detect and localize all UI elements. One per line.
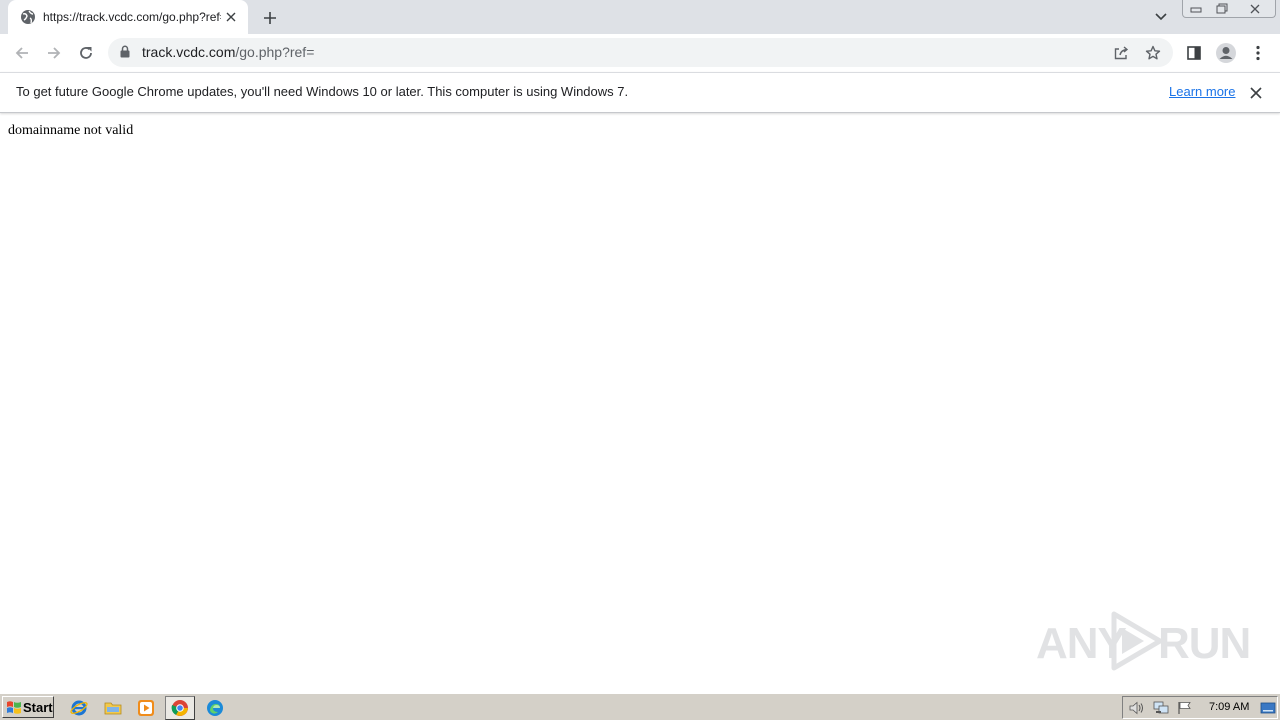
share-icon[interactable] (1112, 44, 1130, 62)
start-label: Start (23, 700, 53, 715)
browser-tab[interactable]: https://track.vcdc.com/go.php?ref= (8, 0, 248, 34)
new-tab-plus-icon[interactable] (258, 6, 282, 30)
back-arrow-icon[interactable] (8, 39, 36, 67)
globe-icon (20, 9, 36, 25)
network-icon[interactable] (1152, 700, 1170, 716)
windows-flag-icon (6, 700, 22, 715)
anyrun-watermark-logo: ANY RUN (1036, 608, 1251, 672)
show-desktop-icon[interactable] (1259, 700, 1277, 716)
browser-toolbar: track.vcdc.com/go.php?ref= (0, 34, 1280, 72)
address-bar[interactable]: track.vcdc.com/go.php?ref= (108, 38, 1173, 67)
reload-icon[interactable] (72, 39, 100, 67)
tab-close-icon[interactable] (222, 8, 240, 26)
action-center-flag-icon[interactable] (1176, 700, 1194, 716)
infobar-message: To get future Google Chrome updates, you… (16, 84, 629, 99)
window-close-icon[interactable] (1235, 0, 1275, 18)
lock-icon[interactable] (120, 45, 134, 60)
tab-strip: https://track.vcdc.com/go.php?ref= (0, 0, 1280, 34)
forward-arrow-icon[interactable] (40, 39, 68, 67)
system-tray: 7:09 AM (1122, 696, 1278, 719)
side-panel-icon[interactable] (1180, 39, 1208, 67)
start-button[interactable]: Start (2, 696, 54, 718)
minimize-icon[interactable] (1183, 0, 1209, 18)
page-body-text: domainname not valid (8, 123, 134, 138)
kebab-menu-icon[interactable] (1244, 39, 1272, 67)
restore-icon[interactable] (1209, 0, 1235, 18)
file-explorer-icon[interactable] (102, 697, 124, 719)
infobar-close-icon[interactable] (1247, 84, 1265, 102)
internet-explorer-icon[interactable] (68, 697, 90, 719)
bookmark-star-icon[interactable] (1144, 44, 1162, 62)
learn-more-link[interactable]: Learn more (1169, 84, 1235, 100)
url-path: /go.php?ref= (235, 44, 315, 60)
url-host: track.vcdc.com (142, 44, 236, 60)
watermark-right-text: RUN (1158, 619, 1251, 668)
profile-avatar-icon[interactable] (1212, 39, 1240, 67)
tab-title: https://track.vcdc.com/go.php?ref= (43, 10, 221, 24)
volume-speaker-icon[interactable] (1128, 700, 1146, 716)
chrome-icon[interactable] (165, 696, 195, 720)
edge-icon[interactable] (204, 697, 226, 719)
media-player-icon[interactable] (135, 697, 157, 719)
url-text[interactable]: track.vcdc.com/go.php?ref= (142, 44, 314, 61)
windows-taskbar: Start 7:09 AM (0, 693, 1280, 720)
taskbar-clock[interactable]: 7:09 AM (1209, 701, 1249, 714)
update-infobar: To get future Google Chrome updates, you… (0, 72, 1280, 113)
tab-search-chevron-down-icon[interactable] (1150, 7, 1172, 27)
